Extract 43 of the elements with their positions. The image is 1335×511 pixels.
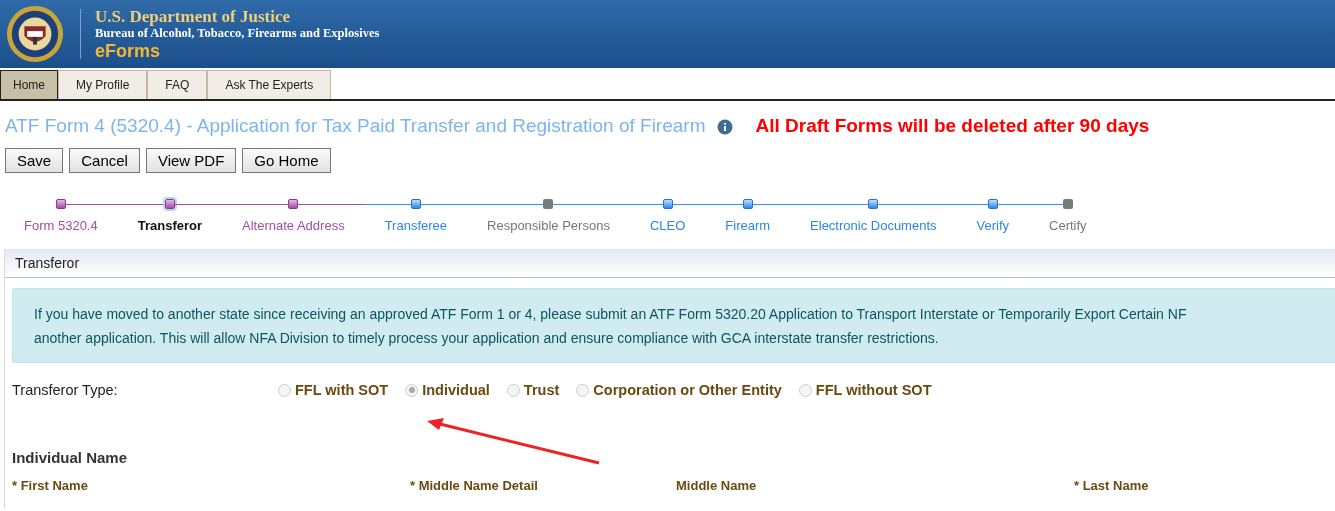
radio-icon[interactable] <box>798 383 812 397</box>
bureau-name: Bureau of Alcohol, Tobacco, Firearms and Explosives <box>95 27 380 41</box>
app-name: eForms <box>95 41 162 61</box>
radio-option[interactable]: Trust <box>506 382 560 398</box>
info-icon[interactable] <box>717 119 734 135</box>
radio-option[interactable]: FFL without SOT <box>798 382 932 398</box>
radio-option[interactable]: Individual <box>405 382 490 398</box>
seal-logo <box>6 5 64 63</box>
step-link[interactable]: Transferee <box>364 211 468 233</box>
field-label: * Last Name <box>1074 478 1150 493</box>
field-label: * First Name <box>12 478 89 493</box>
step-link[interactable]: Electronic Documents <box>790 211 957 233</box>
action-button[interactable]: View PDF <box>145 148 237 173</box>
page-title: ATF Form 4 (5320.4) - Application for Tax Paid Transfer and Registration of Firearm <box>5 115 706 137</box>
subsection-heading: Individual Name <box>12 449 128 466</box>
nav-tab[interactable]: Ask The Experts <box>207 70 332 99</box>
action-button[interactable]: Save <box>5 148 64 173</box>
radio-option[interactable]: Corporation or Other Entity <box>576 382 782 398</box>
radio-icon[interactable] <box>278 383 291 397</box>
alert-text: If you have moved to another state since receiving an approved ATF Form 1 or 4, please submit an ATF Form 5320.20 Application to Transport Interstate or Temporarily Export Certain NF another application. This will allow NFA Division to timely process your application and ensure compliance with GCA interstate transfer restrictions. <box>34 305 1188 348</box>
radio-option[interactable]: FFL with SOT <box>278 382 389 398</box>
field-label: Middle Name <box>676 478 758 493</box>
draft-notice: All Draft Forms will be deleted after 90 days <box>755 115 1150 137</box>
action-button[interactable]: Cancel <box>69 148 140 173</box>
step-link[interactable]: Certify <box>1029 211 1107 233</box>
radio-icon[interactable] <box>576 383 590 397</box>
radio-icon[interactable] <box>405 383 419 397</box>
step-link[interactable]: Firearm <box>705 211 791 233</box>
nav-tab[interactable]: My Profile <box>58 70 148 99</box>
field-label: * Middle Name Detail <box>410 478 539 493</box>
action-button[interactable]: Go Home <box>242 148 331 173</box>
step-link[interactable]: Alternate Address <box>222 211 365 233</box>
field-label: Transferor Type: <box>12 382 119 398</box>
nav-tab[interactable]: Home <box>0 70 58 99</box>
step-link[interactable]: Responsible Persons <box>467 211 630 233</box>
step-link[interactable]: CLEO <box>629 211 706 233</box>
nav-tab[interactable]: FAQ <box>147 70 208 99</box>
radio-icon[interactable] <box>506 383 520 397</box>
step-link[interactable]: Transferor <box>117 211 222 233</box>
section-title: Transferor <box>15 255 80 271</box>
step-link[interactable]: Form 5320.4 <box>4 211 118 233</box>
agency-title: U.S. Department of Justice <box>95 7 291 26</box>
step-link[interactable]: Verify <box>956 211 1030 233</box>
